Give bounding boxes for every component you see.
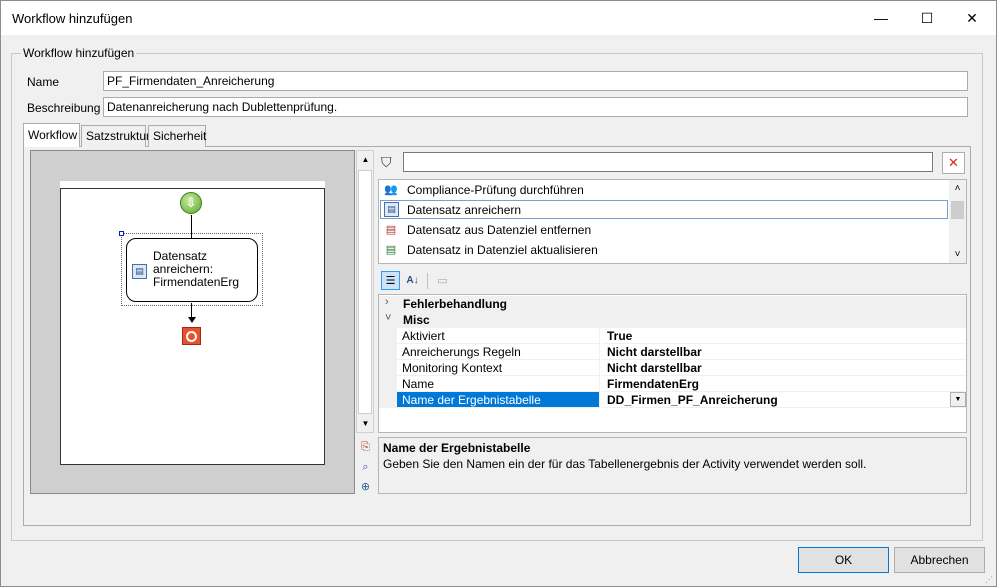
minimize-button[interactable]: — bbox=[858, 1, 904, 35]
enrich-record-icon: ▤ bbox=[132, 264, 147, 279]
stop-icon[interactable] bbox=[182, 327, 201, 345]
activity-label: Datensatz anreichern: FirmendatenErg bbox=[153, 250, 239, 289]
category-label: Fehlerbehandlung bbox=[403, 297, 508, 311]
list-item-label: Datensatz in Datenziel aktualisieren bbox=[407, 242, 598, 257]
property-name: Name bbox=[379, 376, 600, 392]
category-fehlerbehandlung[interactable]: › Fehlerbehandlung bbox=[379, 296, 966, 312]
remove-record-icon: ▤ bbox=[385, 224, 397, 236]
list-item-label: Datensatz aus Datenziel entfernen bbox=[407, 222, 592, 237]
row-gutter bbox=[379, 392, 397, 408]
row-gutter bbox=[379, 328, 397, 344]
filter-icon: ⛉ bbox=[381, 154, 392, 170]
property-row-selected[interactable]: Name der Ergebnistabelle DD_Firmen_PF_An… bbox=[379, 392, 966, 408]
list-item-label: Compliance-Prüfung durchführen bbox=[407, 182, 584, 197]
maximize-button[interactable]: ☐ bbox=[904, 1, 950, 35]
chevron-right-icon: › bbox=[385, 296, 389, 308]
categorized-view-icon[interactable]: ☰ bbox=[381, 271, 400, 290]
description-label: Beschreibung bbox=[27, 101, 101, 115]
row-gutter bbox=[379, 344, 397, 360]
filter-input[interactable] bbox=[403, 152, 933, 172]
list-item-label: Datensatz anreichern bbox=[407, 202, 522, 217]
update-record-icon: ▤ bbox=[385, 244, 397, 256]
groupbox-label: Workflow hinzufügen bbox=[21, 46, 137, 60]
property-value[interactable]: Nicht darstellbar bbox=[602, 344, 966, 360]
window-title: Workflow hinzufügen bbox=[12, 11, 133, 26]
resize-grip-icon[interactable]: ⋰ bbox=[985, 575, 993, 584]
find-icon[interactable]: ⌕ bbox=[357, 459, 374, 476]
list-item[interactable]: 👥 Compliance-Prüfung durchführen bbox=[380, 180, 948, 199]
property-name: Aktiviert bbox=[379, 328, 600, 344]
close-button[interactable]: ✕ bbox=[949, 1, 995, 35]
users-icon: 👥 bbox=[384, 184, 398, 196]
property-value[interactable]: FirmendatenErg bbox=[602, 376, 966, 392]
workflow-sheet-header bbox=[60, 181, 325, 189]
tab-workflow[interactable]: Workflow bbox=[23, 123, 80, 147]
list-item[interactable]: ▤ Datensatz in Datenziel aktualisieren bbox=[380, 240, 948, 259]
chevron-down-icon: ˅ bbox=[385, 312, 392, 324]
toolbar-separator bbox=[427, 273, 428, 289]
property-name: Anreicherungs Regeln bbox=[379, 344, 600, 360]
category-misc[interactable]: ˅ Misc bbox=[379, 312, 966, 328]
property-name: Monitoring Kontext bbox=[379, 360, 600, 376]
property-row[interactable]: Aktiviert True bbox=[379, 328, 966, 344]
category-label: Misc bbox=[403, 313, 430, 327]
name-input[interactable]: PF_Firmendaten_Anreicherung bbox=[103, 71, 968, 91]
chevron-down-icon: ▼ bbox=[954, 396, 962, 403]
property-row[interactable]: Monitoring Kontext Nicht darstellbar bbox=[379, 360, 966, 376]
property-row[interactable]: Name FirmendatenErg bbox=[379, 376, 966, 392]
name-label: Name bbox=[27, 75, 60, 89]
title-bar: Workflow hinzufügen — ☐ ✕ bbox=[1, 1, 996, 35]
tab-sicherheit[interactable]: Sicherheit bbox=[148, 125, 206, 147]
scroll-down-icon[interactable]: ˅ bbox=[949, 246, 966, 263]
property-pages-icon[interactable]: ▭ bbox=[433, 271, 452, 290]
designer-scrollbar[interactable]: ▲ ▼ bbox=[356, 150, 374, 433]
scroll-thumb[interactable] bbox=[358, 170, 372, 414]
list-item[interactable]: ▤ Datensatz anreichern bbox=[380, 200, 948, 219]
row-gutter bbox=[379, 376, 397, 392]
dialog-window: Workflow hinzufügen — ☐ ✕ Workflow hinzu… bbox=[0, 0, 997, 587]
property-value-input[interactable]: DD_Firmen_PF_Anreicherung bbox=[602, 392, 966, 408]
zoom-icon[interactable]: ⊕ bbox=[357, 478, 374, 495]
scroll-up-icon[interactable]: ˄ bbox=[949, 180, 966, 197]
list-item[interactable]: ▤ Datensatz aus Datenziel entfernen bbox=[380, 220, 948, 239]
property-value[interactable]: Nicht darstellbar bbox=[602, 360, 966, 376]
sort-alphabetical-icon[interactable]: A↓ bbox=[403, 271, 422, 290]
description-input[interactable]: Datenanreicherung nach Dublettenprüfung. bbox=[103, 97, 968, 117]
ok-button[interactable]: OK bbox=[798, 547, 889, 573]
tab-satzstruktur[interactable]: Satzstruktur bbox=[81, 125, 150, 147]
paste-icon[interactable]: ⎘ bbox=[357, 439, 374, 456]
description-text: Geben Sie den Namen ein der für das Tabe… bbox=[383, 457, 867, 471]
scroll-up-icon[interactable]: ▲ bbox=[357, 151, 374, 168]
activity-list-scrollbar[interactable]: ˄ ˅ bbox=[949, 180, 966, 263]
row-gutter bbox=[379, 360, 397, 376]
cancel-button[interactable]: Abbrechen bbox=[894, 547, 985, 573]
workflow-sheet bbox=[60, 181, 325, 465]
scroll-thumb[interactable] bbox=[951, 201, 964, 219]
description-title: Name der Ergebnistabelle bbox=[383, 441, 531, 455]
selection-handle[interactable] bbox=[119, 231, 124, 236]
maximize-icon: ☐ bbox=[920, 9, 934, 26]
scroll-down-icon[interactable]: ▼ bbox=[357, 415, 374, 432]
minimize-icon: — bbox=[874, 10, 888, 26]
activity-label-line: FirmendatenErg bbox=[153, 275, 240, 289]
property-value[interactable]: True bbox=[602, 328, 966, 344]
clear-filter-button[interactable]: ✕ bbox=[942, 152, 965, 174]
clear-icon: ✕ bbox=[948, 155, 959, 170]
property-row[interactable]: Anreicherungs Regeln Nicht darstellbar bbox=[379, 344, 966, 360]
enrich-record-icon: ▤ bbox=[384, 202, 399, 217]
connector-arrow-icon bbox=[188, 317, 196, 323]
start-arrow-icon[interactable]: ⇩ bbox=[180, 192, 202, 214]
close-icon: ✕ bbox=[966, 9, 978, 26]
dropdown-button[interactable]: ▼ bbox=[950, 392, 966, 407]
property-name: Name der Ergebnistabelle bbox=[379, 392, 600, 408]
